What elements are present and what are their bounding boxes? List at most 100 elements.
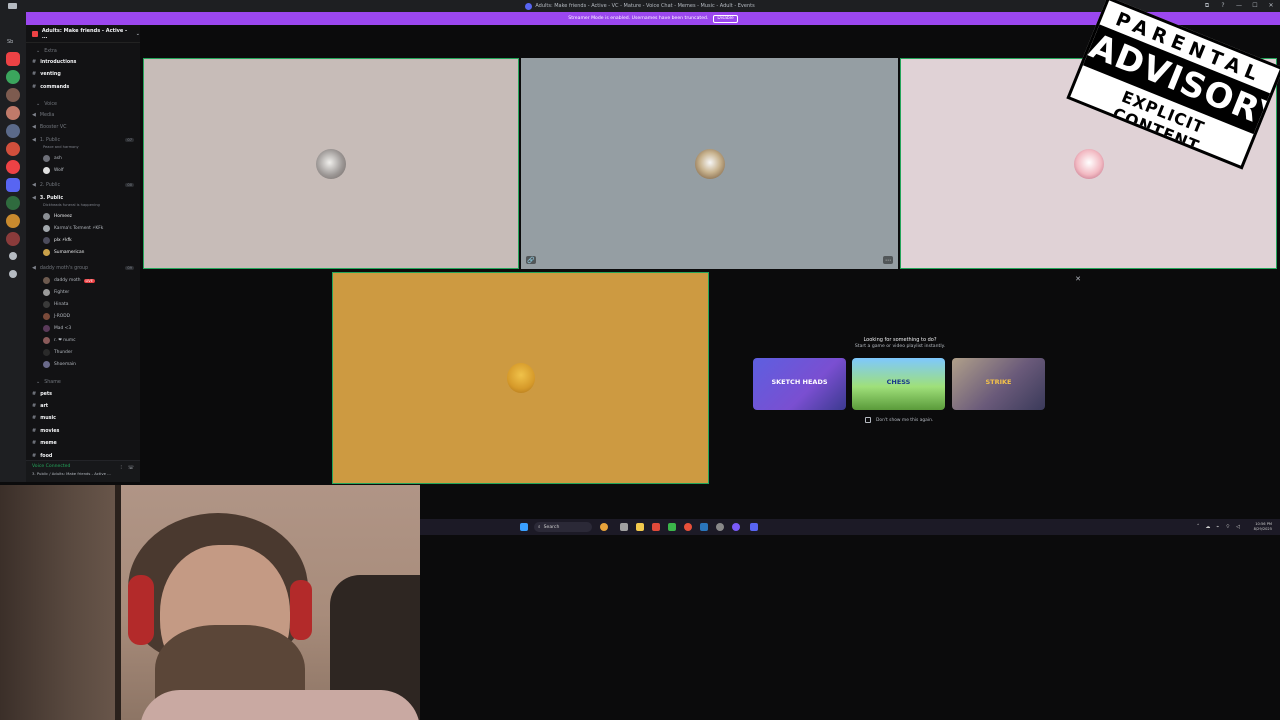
category-extra[interactable]: ⌄ Extra (36, 48, 57, 54)
channel-daddy-moths-group[interactable]: ◀ daddy moth's group (32, 265, 88, 271)
more-options-icon[interactable]: ⋯ (883, 256, 893, 264)
hash-icon: # (32, 391, 37, 397)
file-explorer-icon[interactable] (636, 523, 644, 531)
channel-music[interactable]: # music (32, 415, 56, 421)
banner-text: Streamer Mode is enabled. Usernames have… (568, 16, 709, 21)
voice-user[interactable]: Thunder (43, 349, 72, 356)
widgets-icon[interactable] (600, 523, 608, 531)
channel-booster-vc[interactable]: ◀ Booster VC (32, 124, 66, 130)
close-icon[interactable]: ✕ (1075, 275, 1081, 283)
voice-user[interactable]: Homeez (43, 213, 72, 220)
avatar (43, 313, 50, 320)
voice-user[interactable]: Sumamerican (43, 249, 84, 256)
channel-venting[interactable]: # venting (32, 71, 61, 77)
server-icon-10[interactable] (6, 214, 20, 228)
windows-start-icon[interactable] (520, 523, 528, 531)
avatar (43, 225, 50, 232)
voice-user[interactable]: Mad <3 (43, 325, 71, 332)
brave-browser-icon[interactable] (652, 523, 660, 531)
channel-media[interactable]: ◀ Media (32, 112, 54, 118)
server-header[interactable]: Adults: Make friends - Active - ... ⌄ (26, 25, 140, 43)
discord-taskbar-icon[interactable] (750, 523, 758, 531)
voice-user[interactable]: Shoemain (43, 361, 76, 368)
app-icon[interactable] (732, 523, 740, 531)
game-card-chess[interactable]: CHESS (852, 358, 945, 410)
taskbar-search[interactable]: ⌕ Search (534, 522, 592, 532)
voice-user[interactable]: J-RODD (43, 313, 70, 320)
media-app-icon[interactable] (684, 523, 692, 531)
avatar (43, 155, 50, 162)
clock[interactable]: 10:56 PM 8/29/2025 (1254, 522, 1272, 532)
hash-icon: # (32, 453, 37, 459)
server-icon-5[interactable] (6, 124, 20, 138)
server-icon-8[interactable] (6, 178, 20, 192)
channel-public-3[interactable]: ◀ 3. Public (32, 195, 63, 201)
obs-icon[interactable] (716, 523, 724, 531)
avatar (43, 167, 50, 174)
volume-icon[interactable]: ◁ (1236, 524, 1240, 530)
hash-icon: # (32, 403, 37, 409)
voice-connected-status[interactable]: Voice Connected (32, 464, 70, 469)
server-icon-6[interactable] (6, 142, 20, 156)
disable-streamer-mode-button[interactable]: Disable (713, 14, 738, 23)
help-icon[interactable]: ? (1220, 2, 1226, 10)
voice-user[interactable]: Karma's Torment ⚡KFk (43, 225, 103, 232)
dont-show-again-checkbox[interactable]: Don't show me this again. (865, 417, 933, 423)
chevron-up-icon[interactable]: ˄ (1197, 524, 1200, 530)
discover-icon[interactable] (9, 270, 17, 278)
server-icon-3[interactable] (6, 88, 20, 102)
video-tile-user-1[interactable] (143, 58, 519, 269)
disconnect-icon[interactable]: ☏ (128, 465, 134, 471)
user-count-badge: 00 (125, 183, 134, 187)
voice-user[interactable]: Fighter (43, 289, 69, 296)
voice-user[interactable]: ash (43, 155, 62, 162)
channel-public-2[interactable]: ◀ 2. Public (32, 182, 60, 188)
category-shame[interactable]: ⌄ Shame (36, 379, 61, 385)
voice-user[interactable]: plx ⚡kfk (43, 237, 72, 244)
task-view-icon[interactable] (620, 523, 628, 531)
maximize-button[interactable]: ☐ (1252, 2, 1258, 10)
video-tile-user-2[interactable]: 🔗 ⋯ (521, 58, 898, 269)
avatar (43, 213, 50, 220)
add-server-icon[interactable] (9, 252, 17, 260)
server-icon (525, 2, 533, 10)
channel-movies[interactable]: # movies (32, 428, 59, 434)
webcam-overlay (0, 485, 420, 720)
channel-art[interactable]: # art (32, 403, 48, 409)
checkbox-icon[interactable] (865, 417, 871, 423)
server-icon-2[interactable] (6, 70, 20, 84)
channel-pets[interactable]: # pets (32, 391, 52, 397)
popout-icon[interactable]: 🔗 (526, 256, 536, 264)
video-tile-user-4[interactable] (332, 272, 709, 484)
network-icon[interactable]: ⌔ (1225, 524, 1230, 530)
channel-introductions[interactable]: # introductions (32, 59, 76, 65)
spreadsheet-app-icon[interactable] (668, 523, 676, 531)
game-card-strike[interactable]: STRIKE (952, 358, 1045, 410)
channel-food[interactable]: # food (32, 453, 52, 459)
category-voice[interactable]: ⌄ Voice (36, 101, 57, 107)
voice-user[interactable]: Wolf (43, 167, 64, 174)
usb-icon[interactable]: ⌁ (1216, 524, 1219, 530)
voice-user[interactable]: r. ❤ numc (43, 337, 76, 344)
cloud-icon[interactable]: ☁ (1205, 524, 1210, 530)
minimize-button[interactable]: — (1236, 2, 1242, 10)
channel-commands[interactable]: # commands (32, 84, 69, 90)
server-icon-7[interactable] (6, 160, 20, 174)
inbox-icon[interactable]: ⧉ (1204, 2, 1210, 10)
voice-user[interactable]: daddy moth LIVE (43, 277, 95, 284)
channel-meme[interactable]: # meme (32, 440, 57, 446)
server-icon-11[interactable] (6, 232, 20, 246)
channel-topic: Dickheads funeral is happening (43, 203, 100, 207)
server-icon-4[interactable] (6, 106, 20, 120)
avatar (43, 289, 50, 296)
window-title: Adults: Make friends - Active - VC - Mat… (535, 3, 755, 9)
server-icon-9[interactable] (6, 196, 20, 210)
game-card-sketch-heads[interactable]: SKETCH HEADS (753, 358, 846, 410)
voice-user[interactable]: Hinata (43, 301, 68, 308)
close-button[interactable]: ✕ (1268, 2, 1274, 10)
steam-icon[interactable] (700, 523, 708, 531)
noise-suppression-icon[interactable]: ⫶ (120, 465, 121, 471)
server-icon-1[interactable] (6, 52, 20, 66)
dont-show-label: Don't show me this again. (876, 417, 934, 423)
channel-public-1[interactable]: ◀ 1. Public (32, 137, 60, 143)
